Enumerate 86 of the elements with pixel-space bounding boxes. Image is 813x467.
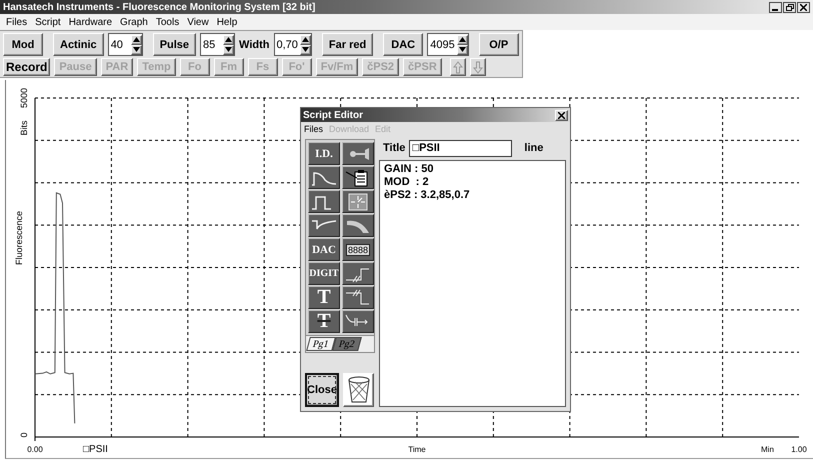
menu-item[interactable]: Script bbox=[31, 16, 65, 28]
trace-name: □PSII bbox=[83, 444, 108, 455]
tool-button[interactable] bbox=[342, 262, 374, 285]
field-value: 4095 bbox=[429, 38, 456, 50]
down-triangle-icon bbox=[302, 47, 309, 52]
toolbar-button[interactable]: Record bbox=[3, 58, 50, 76]
menu-item[interactable]: Files bbox=[301, 124, 326, 134]
toolbar-button[interactable]: O/P bbox=[478, 33, 519, 56]
spin-down-button[interactable] bbox=[130, 44, 142, 54]
up-triangle-icon bbox=[132, 37, 140, 42]
spin-up-button[interactable] bbox=[300, 34, 311, 44]
tool-button[interactable] bbox=[342, 286, 374, 309]
close-icon bbox=[558, 112, 565, 118]
y-unit-label: Bits bbox=[19, 120, 29, 136]
tool-button[interactable] bbox=[342, 190, 374, 213]
up-triangle-icon bbox=[458, 37, 466, 42]
field-label: Width bbox=[239, 38, 270, 50]
menu-item[interactable]: Help bbox=[212, 16, 242, 28]
field-label: Title bbox=[383, 142, 406, 154]
spin-down-button[interactable] bbox=[456, 44, 468, 54]
toolbar-button[interactable]: Far red bbox=[322, 33, 374, 56]
tool-button[interactable] bbox=[342, 214, 374, 237]
tool-button[interactable] bbox=[342, 310, 374, 333]
up-triangle-icon bbox=[225, 37, 232, 42]
spin-up-button[interactable] bbox=[223, 34, 234, 44]
tool-button[interactable]: DAC bbox=[308, 238, 340, 261]
spin-down-button[interactable] bbox=[223, 44, 234, 54]
field-value: 0,70 bbox=[276, 38, 299, 50]
down-triangle-icon bbox=[225, 47, 232, 52]
page-tab[interactable]: Pg2 bbox=[332, 337, 361, 351]
window-title: Script Editor bbox=[303, 110, 364, 120]
close-icon bbox=[800, 4, 807, 10]
trash-bin-icon bbox=[346, 376, 370, 404]
script-text-area[interactable]: GAIN : 50 MOD : 2 èPS2 : 3.2,85,0.7 bbox=[379, 160, 566, 407]
tool-button[interactable] bbox=[308, 190, 340, 213]
field-value: 40 bbox=[110, 38, 124, 50]
spin-up-button[interactable] bbox=[456, 34, 468, 44]
x-tick-label: 1.00 bbox=[791, 445, 807, 454]
script-line: MOD : 2 bbox=[384, 176, 430, 189]
menu-item[interactable]: Files bbox=[2, 16, 32, 28]
window-title: Hansatech Instruments - Fluorescence Monitoring System [32 bit] bbox=[3, 2, 316, 12]
script-line: GAIN : 50 bbox=[384, 163, 435, 176]
toolbar-button[interactable]: DAC bbox=[383, 33, 424, 56]
toolbar-button[interactable]: Pulse bbox=[152, 33, 196, 56]
page-tab[interactable]: Pg1 bbox=[306, 337, 336, 351]
toolbar-button[interactable]: Mod bbox=[3, 33, 43, 56]
menu-item[interactable]: Hardware bbox=[64, 16, 116, 28]
number-field[interactable]: 40 bbox=[108, 33, 143, 56]
menu-item[interactable]: Tools bbox=[152, 16, 184, 28]
toolbar-button[interactable]: Actinic bbox=[53, 33, 104, 56]
field-label: line bbox=[524, 142, 544, 154]
menu-item[interactable]: View bbox=[183, 16, 213, 28]
tool-button[interactable] bbox=[342, 166, 374, 189]
y-tick-label: 5000 bbox=[19, 88, 29, 108]
restore-button[interactable] bbox=[783, 2, 796, 12]
number-field[interactable]: 0,70 bbox=[274, 33, 312, 56]
step-down-icon bbox=[345, 288, 371, 306]
tool-button[interactable]: DIGIT bbox=[308, 262, 340, 285]
arrow-up-icon bbox=[452, 60, 463, 74]
trash-button[interactable] bbox=[343, 373, 374, 407]
down-triangle-icon bbox=[132, 47, 140, 52]
x-tick-label: 0.00 bbox=[27, 445, 43, 454]
number-field[interactable]: 85 bbox=[200, 33, 236, 56]
number-field[interactable]: 4095 bbox=[427, 33, 469, 56]
y-axis-label: Fluorescence bbox=[14, 210, 24, 266]
x-axis-label: Time bbox=[408, 445, 426, 454]
tool-button[interactable] bbox=[308, 214, 340, 237]
minimize-button[interactable] bbox=[769, 2, 782, 12]
arrow-down-icon bbox=[472, 60, 483, 74]
restore-icon bbox=[786, 4, 794, 10]
up-triangle-icon bbox=[302, 37, 309, 42]
spin-down-button[interactable] bbox=[300, 44, 311, 54]
tool-button[interactable]: I.D. bbox=[308, 142, 340, 165]
y-tick-label: 0 bbox=[19, 432, 29, 438]
x-unit-label: Min bbox=[761, 445, 774, 454]
script-line: èPS2 : 3.2,85,0.7 bbox=[384, 189, 471, 202]
spin-up-button[interactable] bbox=[130, 34, 142, 44]
title-field[interactable]: □PSII bbox=[409, 140, 512, 156]
tool-button[interactable]: 8888 bbox=[342, 238, 374, 261]
tool-button[interactable] bbox=[308, 166, 340, 189]
menu-item[interactable]: Graph bbox=[116, 16, 152, 28]
close-button[interactable] bbox=[797, 2, 810, 12]
field-value: 85 bbox=[202, 38, 216, 50]
tool-button[interactable] bbox=[342, 142, 374, 165]
tool-button[interactable]: T bbox=[308, 286, 340, 309]
down-triangle-icon bbox=[458, 47, 466, 52]
